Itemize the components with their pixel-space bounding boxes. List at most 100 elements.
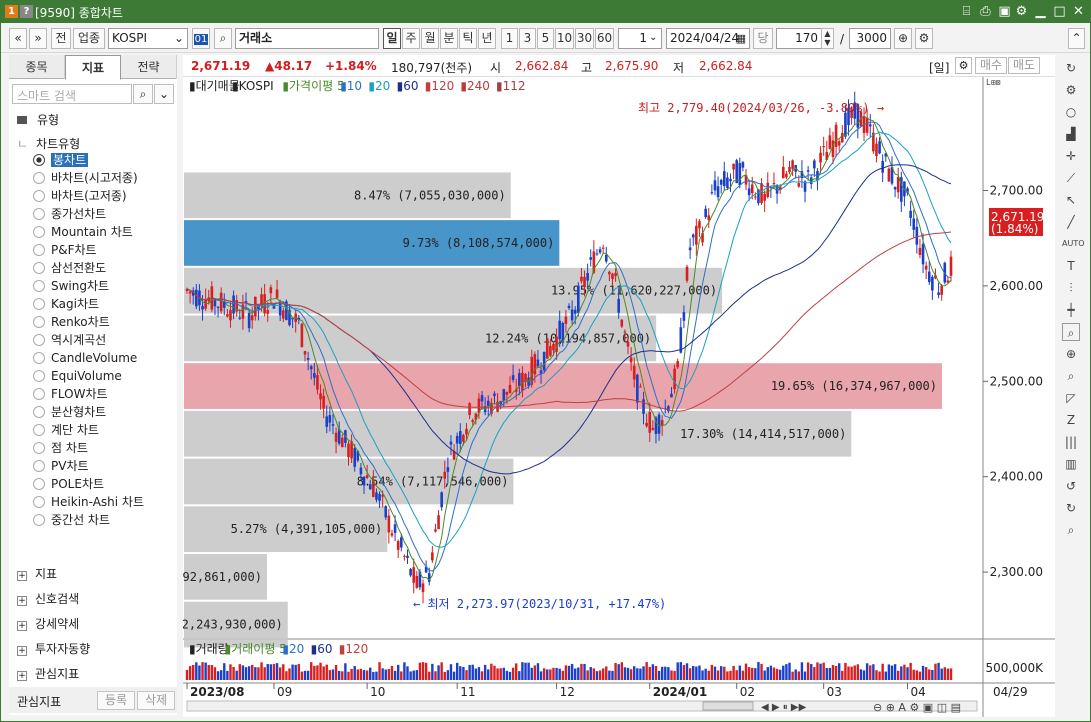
trendline-icon[interactable]: ⟋ <box>1062 169 1080 187</box>
tree-chart-types[interactable]: ㄴ 차트유형 <box>17 135 80 152</box>
period-button[interactable]: 주 <box>402 28 420 49</box>
prev-item-button[interactable]: « <box>9 28 27 49</box>
chevron-down-icon[interactable]: ⌄ <box>649 32 657 43</box>
index-select[interactable]: KOSPI ⌄ <box>108 28 188 49</box>
chart-type-option[interactable]: Heikin-Ashi 차트 <box>33 493 144 511</box>
bars-field[interactable]: 170 <box>776 28 822 49</box>
tab-indicators[interactable]: 지표 <box>65 55 121 80</box>
minute-button[interactable]: 5 <box>537 28 554 49</box>
minimize-icon[interactable]: ▁ <box>1032 3 1049 20</box>
search-icon[interactable]: ⌕ <box>214 28 232 49</box>
search-icon[interactable]: ⌕ <box>133 84 153 104</box>
unit-button[interactable]: 당 <box>753 28 773 49</box>
candle-icon[interactable]: ┿ <box>1062 301 1080 319</box>
line-icon[interactable]: ╱ <box>1062 213 1080 231</box>
tab-stocks[interactable]: 종목 <box>9 55 65 79</box>
chart-type-option[interactable]: Kagi차트 <box>33 295 99 313</box>
chart-type-option[interactable]: 분산형차트 <box>33 403 106 421</box>
zoom-icon[interactable]: ⊕ <box>894 28 912 49</box>
indicator-group[interactable]: + 지표 <box>17 565 57 582</box>
date-field[interactable]: 2024/04/24 ▦ <box>666 28 750 49</box>
zoom-search-icon[interactable]: ⌕ <box>1062 323 1080 341</box>
buy-button[interactable]: 매수 <box>975 57 1007 74</box>
undo-icon[interactable]: ↺ <box>1062 477 1080 495</box>
minute-button[interactable]: 1 <box>501 28 518 49</box>
chart-icon[interactable]: ▟ <box>1062 125 1080 143</box>
search-icon[interactable]: ⌕ <box>1062 521 1080 539</box>
crosshair-icon[interactable]: ✛ <box>1062 147 1080 165</box>
indicator-group[interactable]: + 강세약세 <box>17 615 79 632</box>
chart-area[interactable]: 8.47% (7,055,030,000) 9.73% (8,108,574,00… <box>110 77 1055 717</box>
chart-type-option[interactable]: Swing차트 <box>33 277 109 295</box>
total-field[interactable]: 3000 <box>849 28 891 49</box>
zoom-in-icon[interactable]: ⊕ <box>1062 345 1080 363</box>
sell-button[interactable]: 매도 <box>1008 57 1040 74</box>
text-icon[interactable]: T <box>1062 257 1080 275</box>
collapse-icon[interactable]: ⌃ <box>1068 28 1085 49</box>
chart-type-option[interactable]: 바차트(고저종) <box>33 187 127 205</box>
minute-button[interactable]: 3 <box>519 28 536 49</box>
period-button[interactable]: 년 <box>478 28 496 49</box>
magnifier-icon[interactable]: ⌕ <box>1062 367 1080 385</box>
indicator-group[interactable]: + 관심지표 <box>17 665 79 682</box>
indicator-group[interactable]: + 투자자동향 <box>17 640 90 657</box>
minute-button[interactable]: 60 <box>595 28 614 49</box>
smart-search-input[interactable]: 스마트 검색 <box>12 84 132 104</box>
chart-type-option[interactable]: 점 차트 <box>33 439 88 457</box>
gear-icon[interactable]: ⚙ <box>915 28 933 49</box>
indicator-group[interactable]: + 신호검색 <box>17 590 79 607</box>
bars-icon[interactable]: ||| <box>1062 433 1080 451</box>
all-button[interactable]: 전 <box>51 28 71 49</box>
shape-icon[interactable]: ◸ <box>1062 389 1080 407</box>
maximize-icon[interactable]: □ <box>1051 3 1068 20</box>
redo-icon[interactable]: ↻ <box>1062 499 1080 517</box>
chart-type-option[interactable]: POLE차트 <box>33 475 104 493</box>
settings-icon[interactable]: ⚙ <box>1013 3 1030 20</box>
expand-icon[interactable]: ⌄ <box>154 84 174 104</box>
period-button[interactable]: 월 <box>421 28 439 49</box>
tree-root[interactable]: 유형 <box>17 111 59 128</box>
chart-type-option[interactable]: 역시계곡선 <box>33 331 106 349</box>
chart-type-option[interactable]: EquiVolume <box>33 367 122 385</box>
minute-button[interactable]: 30 <box>575 28 594 49</box>
pointer-icon[interactable]: ↖ <box>1062 191 1080 209</box>
chart-type-option[interactable]: 중간선 차트 <box>33 511 110 529</box>
gear-icon[interactable]: ⚙ <box>955 57 972 74</box>
sector-button[interactable]: 업종 <box>73 28 105 49</box>
minute-button[interactable]: 10 <box>555 28 574 49</box>
print-icon[interactable]: ⎙ <box>977 3 994 20</box>
chart-type-option[interactable]: CandleVolume <box>33 349 137 367</box>
next-item-button[interactable]: » <box>29 28 47 49</box>
screen-number-badge[interactable]: 1 <box>5 5 18 18</box>
market-field[interactable]: 거래소 <box>235 28 379 49</box>
delete-button[interactable]: 삭제 <box>137 691 175 710</box>
gear-icon[interactable]: ⚙ <box>1062 81 1080 99</box>
zigzag-icon[interactable]: Z <box>1062 411 1080 429</box>
period-button[interactable]: 틱 <box>459 28 477 49</box>
tab-strategy[interactable]: 전략 <box>121 55 177 79</box>
chart-type-option[interactable]: 종가선차트 <box>33 205 106 223</box>
chart-type-option[interactable]: Renko차트 <box>33 313 110 331</box>
chart-type-option[interactable]: P&F차트 <box>33 241 97 259</box>
circle-icon[interactable]: ○ <box>1062 103 1080 121</box>
chart-type-option[interactable]: PV차트 <box>33 457 89 475</box>
chart-type-option[interactable]: FLOW차트 <box>33 385 108 403</box>
help-icon[interactable]: ? <box>20 5 33 18</box>
fibonacci-icon[interactable]: ⫶ <box>1062 279 1080 297</box>
price-chart[interactable]: 8.47% (7,055,030,000) 9.73% (8,108,574,00… <box>110 77 1055 717</box>
auto-trend-icon[interactable]: AUTO <box>1062 235 1085 253</box>
chart-type-option[interactable]: 봉차트 <box>33 151 89 169</box>
chart-type-option[interactable]: 삼선전환도 <box>33 259 106 277</box>
bars-stepper[interactable]: ▲ ▼ <box>821 28 834 49</box>
notify-icon[interactable]: ⌸ <box>958 3 975 20</box>
save-icon[interactable]: ▣ <box>996 3 1013 20</box>
period-button[interactable]: 분 <box>440 28 458 49</box>
grid-icon[interactable]: ▥ <box>1062 455 1080 473</box>
chart-type-option[interactable]: 계단 차트 <box>33 421 99 439</box>
period-button[interactable]: 일 <box>383 28 401 49</box>
register-button[interactable]: 등록 <box>97 691 135 710</box>
code-button[interactable]: 01 <box>192 28 210 49</box>
refresh-icon[interactable]: ↻ <box>1062 59 1080 77</box>
close-icon[interactable]: ✕ <box>1070 3 1087 20</box>
chart-type-option[interactable]: 바차트(시고저종) <box>33 169 138 187</box>
